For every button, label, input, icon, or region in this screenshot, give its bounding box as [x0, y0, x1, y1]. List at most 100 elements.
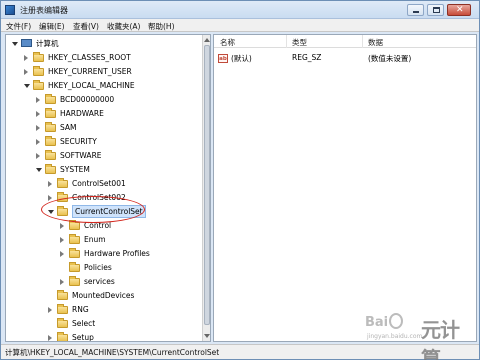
minimize-button[interactable] — [407, 4, 424, 16]
tree-item-label: HKEY_CLASSES_ROOT — [48, 53, 131, 62]
menu-file[interactable]: 文件(F) — [6, 21, 31, 32]
close-button[interactable]: ✕ — [447, 4, 471, 16]
tree-item[interactable]: Enum — [6, 233, 200, 246]
scroll-up-arrow-icon[interactable] — [204, 38, 210, 42]
expand-arrow-icon[interactable] — [12, 42, 18, 46]
scroll-thumb[interactable] — [204, 45, 210, 325]
column-divider[interactable] — [362, 35, 363, 48]
expand-arrow-icon[interactable] — [24, 69, 28, 75]
expand-arrow-icon[interactable] — [36, 111, 40, 117]
watermark-brand: 元计算 — [421, 318, 460, 360]
folder-icon — [57, 192, 68, 202]
tree-item-label: BCD00000000 — [60, 95, 115, 104]
list-header: 名称 类型 数据 — [214, 35, 476, 48]
column-name-header[interactable]: 名称 — [220, 37, 235, 48]
folder-icon — [45, 94, 56, 104]
expand-arrow-icon[interactable] — [36, 125, 40, 131]
registry-tree-pane[interactable]: 计算机 HKEY_CLASSES_ROOT HKEY_CURRENT_USER HKE… — [5, 34, 211, 342]
folder-icon — [45, 164, 56, 174]
tree-item[interactable]: SYSTEM — [6, 163, 200, 176]
baidu-watermark-text: Bai — [365, 315, 389, 330]
expand-arrow-icon[interactable] — [48, 181, 52, 187]
tree-item-label: SAM — [60, 123, 77, 132]
menu-bar: 文件(F) 编辑(E) 查看(V) 收藏夹(A) 帮助(H) — [1, 19, 479, 32]
tree-item-label: Enum — [84, 235, 106, 244]
folder-icon — [57, 332, 68, 341]
menu-edit[interactable]: 编辑(E) — [39, 21, 65, 32]
tree-item[interactable]: services — [6, 275, 200, 288]
expand-arrow-icon[interactable] — [60, 223, 64, 229]
window-title: 注册表编辑器 — [20, 6, 68, 15]
tree-item[interactable]: CurrentControlSet — [6, 205, 200, 218]
tree-item-label: HKEY_LOCAL_MACHINE — [48, 81, 135, 90]
tree-item[interactable]: Hardware Profiles — [6, 247, 200, 260]
expand-arrow-icon[interactable] — [48, 195, 52, 201]
tree-item[interactable]: BCD00000000 — [6, 93, 200, 106]
tree-item[interactable]: Policies — [6, 261, 200, 274]
expand-arrow-icon[interactable] — [60, 279, 64, 285]
regedit-window: 注册表编辑器 ✕ 文件(F) 编辑(E) 查看(V) 收藏夹(A) 帮助(H) … — [0, 0, 480, 360]
value-type: REG_SZ — [292, 53, 322, 62]
tree-item-label: Hardware Profiles — [84, 249, 150, 258]
column-divider[interactable] — [286, 35, 287, 48]
folder-icon — [69, 220, 80, 230]
tree-item[interactable]: Select — [6, 317, 200, 330]
tree-item[interactable]: HKEY_CURRENT_USER — [6, 65, 200, 78]
expand-arrow-icon[interactable] — [60, 237, 64, 243]
folder-icon — [57, 206, 68, 216]
tree-item[interactable]: Control — [6, 219, 200, 232]
scroll-down-arrow-icon[interactable] — [204, 334, 210, 338]
tree-item-label: HARDWARE — [60, 109, 104, 118]
tree-item[interactable]: HKEY_CLASSES_ROOT — [6, 51, 200, 64]
collapse-arrow-icon[interactable] — [36, 168, 42, 172]
tree-item[interactable]: SAM — [6, 121, 200, 134]
tree-item[interactable]: Setup — [6, 331, 200, 341]
title-bar[interactable]: 注册表编辑器 ✕ — [1, 1, 479, 19]
collapse-arrow-icon[interactable] — [24, 84, 30, 88]
tree-item-label: RNG — [72, 305, 89, 314]
expand-arrow-icon[interactable] — [48, 307, 52, 313]
tree-item-label: SOFTWARE — [60, 151, 102, 160]
tree-item-label: CurrentControlSet — [72, 205, 146, 218]
minimize-icon — [413, 11, 419, 13]
folder-icon — [33, 52, 44, 62]
tree-item[interactable]: SECURITY — [6, 135, 200, 148]
column-data-header[interactable]: 数据 — [368, 37, 383, 48]
tree-item[interactable]: SOFTWARE — [6, 149, 200, 162]
expand-arrow-icon[interactable] — [36, 153, 40, 159]
tree-scrollbar[interactable] — [202, 35, 210, 341]
menu-view[interactable]: 查看(V) — [73, 21, 99, 32]
expand-arrow-icon[interactable] — [24, 55, 28, 61]
folder-icon — [57, 290, 68, 300]
tree-item[interactable]: RNG — [6, 303, 200, 316]
expand-arrow-icon[interactable] — [36, 139, 40, 145]
tree-item-label: Control — [84, 221, 112, 230]
tree-item-label: ControlSet001 — [72, 179, 126, 188]
folder-icon — [69, 248, 80, 258]
status-path: 计算机\HKEY_LOCAL_MACHINE\SYSTEM\CurrentCon… — [5, 348, 220, 357]
watermark: Bai jingyan.baidu.com 元计算 — [365, 313, 477, 360]
folder-icon — [57, 318, 68, 328]
menu-help[interactable]: 帮助(H) — [148, 21, 175, 32]
expand-arrow-icon[interactable] — [48, 335, 52, 341]
expand-arrow-icon[interactable] — [36, 97, 40, 103]
tree-item-label: ControlSet002 — [72, 193, 126, 202]
tree-item[interactable]: HKEY_LOCAL_MACHINE — [6, 79, 200, 92]
folder-icon — [69, 234, 80, 244]
tree-item[interactable]: ControlSet002 — [6, 191, 200, 204]
tree-item[interactable]: HARDWARE — [6, 107, 200, 120]
folder-icon — [69, 262, 80, 272]
tree-item[interactable]: ControlSet001 — [6, 177, 200, 190]
column-type-header[interactable]: 类型 — [292, 37, 307, 48]
collapse-arrow-icon[interactable] — [48, 210, 54, 214]
expand-arrow-icon[interactable] — [60, 251, 64, 257]
maximize-button[interactable] — [427, 4, 444, 16]
values-list-pane[interactable]: 名称 类型 数据 ab (默认) REG_SZ (数值未设置) — [213, 34, 477, 342]
tree-item[interactable]: MountedDevices — [6, 289, 200, 302]
maximize-icon — [433, 7, 440, 13]
value-row[interactable]: ab (默认) REG_SZ (数值未设置) — [214, 52, 476, 65]
tree-item-label: Select — [72, 319, 96, 328]
computer-icon — [21, 39, 32, 47]
menu-favorites[interactable]: 收藏夹(A) — [107, 21, 140, 32]
tree-item-computer[interactable]: 计算机 — [6, 37, 200, 50]
